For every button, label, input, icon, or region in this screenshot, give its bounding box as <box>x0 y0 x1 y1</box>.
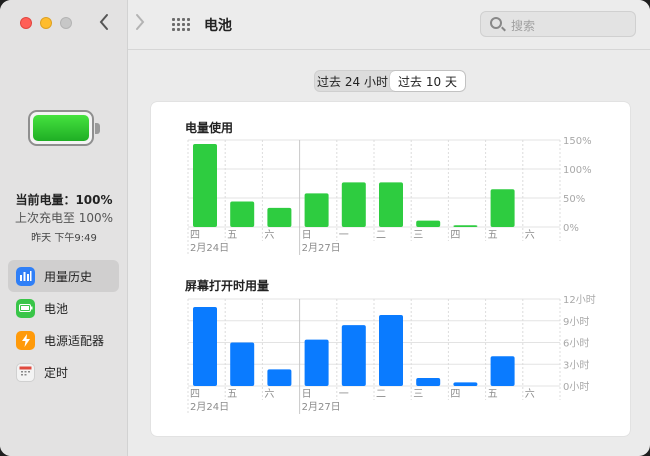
sidebar-item-label: 电池 <box>44 301 69 316</box>
time-range-segmented-control: 过去 24 小时 过去 10 天 <box>314 70 466 92</box>
y-tick-label: 12小时 <box>563 294 596 306</box>
x-tick-label: 五 <box>488 389 498 400</box>
x-tick-label: 六 <box>264 388 274 400</box>
x-tick-label: 四 <box>450 389 460 400</box>
x-tick-label: 一 <box>339 389 349 400</box>
search-icon <box>490 17 502 29</box>
date-label: 2月24日 <box>190 401 229 413</box>
x-tick-label: 五 <box>227 389 237 400</box>
show-all-grid-icon[interactable] <box>172 18 190 31</box>
usage-history-icon <box>16 266 35 286</box>
bar <box>341 325 366 386</box>
sidebar-item-schedule[interactable]: 定时 <box>8 356 119 388</box>
x-tick-label: 四 <box>190 389 200 400</box>
bar <box>304 339 329 386</box>
sidebar-item-usage-history[interactable]: 用量历史 <box>8 260 119 292</box>
bar <box>416 378 441 386</box>
schedule-icon <box>16 362 35 382</box>
last-charged-time: 昨天 下午9:49 <box>31 233 97 244</box>
sidebar-item-power-adapter[interactable]: 电源适配器 <box>8 324 119 356</box>
back-chevron-icon[interactable] <box>98 12 110 36</box>
minimize-window-button[interactable] <box>40 17 52 29</box>
sidebar-item-label: 电源适配器 <box>44 333 105 348</box>
forward-chevron-icon[interactable] <box>134 12 146 36</box>
tab-last-24-hours[interactable]: 过去 24 小时 <box>315 71 390 91</box>
sidebar-item-label: 用量历史 <box>44 269 93 284</box>
search-placeholder: 搜索 <box>511 19 536 33</box>
date-label: 2月27日 <box>302 401 341 413</box>
y-tick-label: 3小时 <box>563 359 589 371</box>
bar <box>230 342 255 386</box>
sidebar-nav: 用量历史 电池 电源适配器 定时 <box>8 260 119 388</box>
last-charged-text: 上次充电至 100% <box>14 211 114 225</box>
bar <box>267 369 292 386</box>
x-tick-label: 日 <box>302 389 312 400</box>
window-title: 电池 <box>204 18 232 34</box>
y-tick-label: 0小时 <box>563 381 589 393</box>
battery-settings-window: 当前电量：100% 上次充电至 100% 昨天 下午9:49 用量历史 电池 电 <box>0 0 650 456</box>
current-level-text: 当前电量：100% <box>15 193 113 207</box>
usage-card: 电量使用 150% 100% 50% 0% 四五六日一二三四五六 2月24日 2月27日 屏… <box>151 102 630 436</box>
battery-icon <box>16 298 35 318</box>
x-tick-label: 二 <box>376 389 386 400</box>
x-tick-label: 六 <box>525 388 535 400</box>
bar <box>453 382 478 386</box>
sidebar-item-label: 定时 <box>44 365 69 380</box>
y-tick-label: 9小时 <box>563 316 589 328</box>
power-adapter-icon <box>16 330 35 350</box>
search-field[interactable]: 搜索 <box>480 11 636 37</box>
screen-on-usage-chart: 12小时 9小时 6小时 3小时 0小时四 五 六 日 一 二 三 四 五 六 2月24日 2月27日 <box>187 294 596 414</box>
x-tick-label: 三 <box>413 389 423 400</box>
battery-level-icon <box>28 110 100 146</box>
bar <box>490 356 515 386</box>
sidebar: 当前电量：100% 上次充电至 100% 昨天 下午9:49 用量历史 电池 电 <box>0 0 128 456</box>
zoom-window-button[interactable] <box>60 17 72 29</box>
tab-last-10-days[interactable]: 过去 10 天 <box>390 71 465 91</box>
bar <box>193 306 217 386</box>
close-window-button[interactable] <box>20 17 32 29</box>
sidebar-item-battery[interactable]: 电池 <box>8 292 119 324</box>
toolbar: 电池 搜索 <box>99 0 650 50</box>
bar <box>379 314 403 386</box>
y-tick-label: 6小时 <box>563 338 589 350</box>
